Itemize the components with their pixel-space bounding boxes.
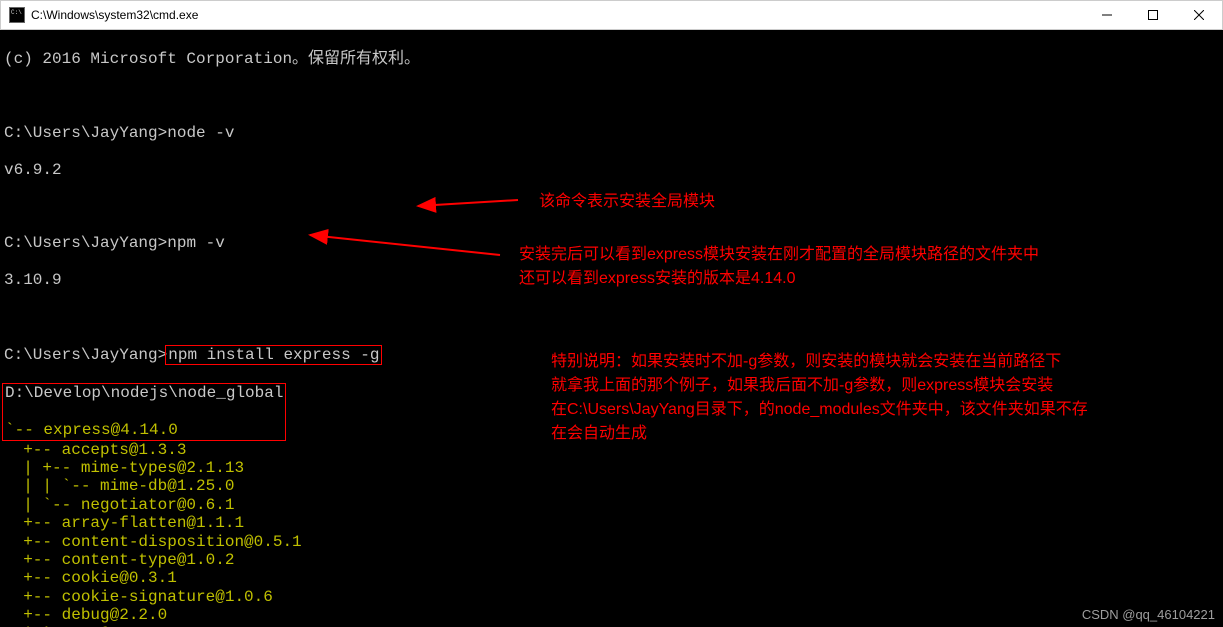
close-button[interactable] — [1176, 1, 1222, 29]
annotation-text: 在会自动生成 — [551, 425, 647, 442]
tree-line: | +-- mime-types@2.1.13 — [4, 459, 1219, 477]
tree-line: +-- content-type@1.0.2 — [4, 551, 1219, 569]
window-controls — [1084, 1, 1222, 29]
tree-line: | `-- negotiator@0.6.1 — [4, 496, 1219, 514]
annotation-text: 特别说明：如果安装时不加-g参数，则安装的模块就会安装在当前路径下 — [551, 353, 1061, 370]
tree-line: +-- cookie@0.3.1 — [4, 569, 1219, 587]
express-line: `-- express@4.14.0 — [5, 421, 283, 439]
tree-line: +-- array-flatten@1.1.1 — [4, 514, 1219, 532]
output-boxed: D:\Develop\nodejs\node_global `-- expres… — [2, 383, 286, 440]
prompt: C:\Users\JayYang> — [4, 124, 167, 142]
annotation-1: 该命令表示安装全局模块 — [539, 190, 715, 214]
command-npm-v: npm -v — [167, 234, 225, 252]
minimize-button[interactable] — [1084, 1, 1130, 29]
tree-line: +-- content-disposition@0.5.1 — [4, 533, 1219, 551]
tree-line: +-- cookie-signature@1.0.6 — [4, 588, 1219, 606]
prompt: C:\Users\JayYang> — [4, 234, 167, 252]
watermark: CSDN @qq_46104221 — [1082, 608, 1215, 623]
tree-line: +-- debug@2.2.0 — [4, 606, 1219, 624]
copyright-line: (c) 2016 Microsoft Corporation。保留所有权利。 — [4, 50, 1219, 68]
window-titlebar: C:\Windows\system32\cmd.exe — [0, 0, 1223, 30]
cmd-icon — [9, 7, 25, 23]
annotation-text: 在C:\Users\JayYang目录下，的node_modules文件夹中，该… — [551, 401, 1088, 418]
command-node-v: node -v — [167, 124, 234, 142]
annotation-text: 就拿我上面的那个例子，如果我后面不加-g参数，则express模块会安装 — [551, 377, 1053, 394]
annotation-text: 安装完后可以看到express模块安装在刚才配置的全局模块路径的文件夹中 — [519, 246, 1039, 263]
annotation-2: 安装完后可以看到express模块安装在刚才配置的全局模块路径的文件夹中 还可以… — [519, 243, 1199, 291]
window-title: C:\Windows\system32\cmd.exe — [31, 8, 198, 22]
annotation-text: 还可以看到express安装的版本是4.14.0 — [519, 270, 796, 287]
arrow-icon — [408, 188, 528, 218]
dependency-tree: +-- accepts@1.3.3 | +-- mime-types@2.1.1… — [4, 441, 1219, 627]
command-boxed: npm install express -g — [165, 345, 382, 365]
output-node-version: v6.9.2 — [4, 161, 1219, 179]
tree-line: | | `-- mime-db@1.25.0 — [4, 477, 1219, 495]
annotation-text: 该命令表示安装全局模块 — [539, 193, 715, 210]
command-npm-install: npm install express -g — [168, 346, 379, 364]
prompt: C:\Users\JayYang> — [4, 346, 167, 364]
terminal-output[interactable]: (c) 2016 Microsoft Corporation。保留所有权利。 C… — [0, 30, 1223, 627]
annotation-3: 特别说明：如果安装时不加-g参数，则安装的模块就会安装在当前路径下 就拿我上面的… — [551, 350, 1211, 446]
arrow-icon — [300, 225, 510, 265]
maximize-button[interactable] — [1130, 1, 1176, 29]
global-path: D:\Develop\nodejs\node_global — [5, 384, 283, 402]
